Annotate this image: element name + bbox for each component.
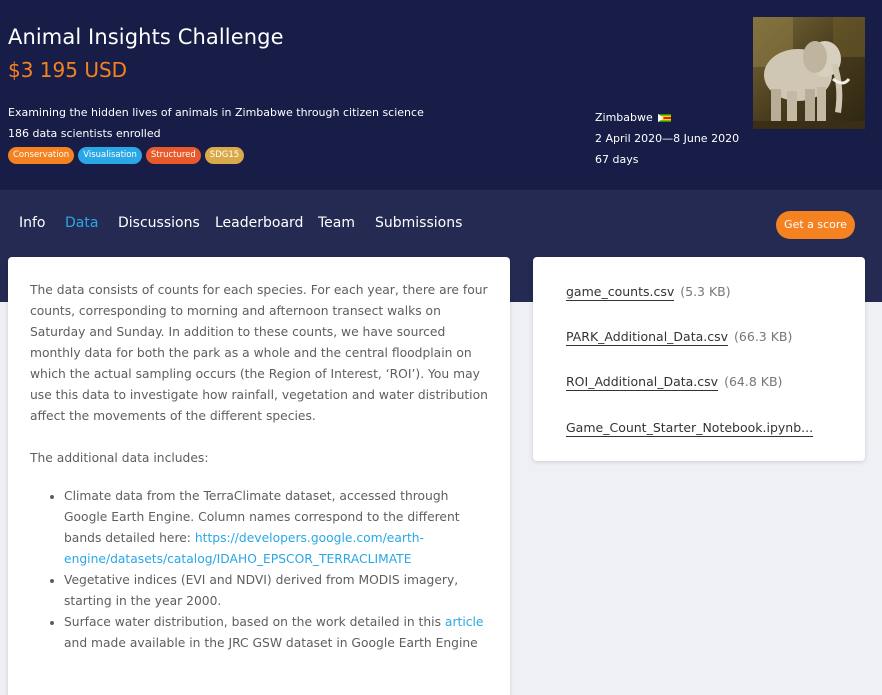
get-score-button[interactable]: Get a score — [776, 211, 855, 239]
file-row: PARK_Additional_Data.csv (66.3 KB) — [566, 329, 792, 346]
challenge-title: Animal Insights Challenge — [8, 25, 284, 49]
list-item: Vegetative indices (EVI and NDVI) derive… — [64, 570, 488, 612]
elephant-photo — [753, 17, 865, 129]
file-download-link[interactable]: Game_Count_Starter_Notebook.ipynb... — [566, 420, 814, 437]
tag-sdg15[interactable]: SDG15 — [204, 147, 245, 164]
article-link[interactable]: article — [445, 615, 484, 629]
additional-data-list: Climate data from the TerraClimate datas… — [30, 486, 488, 654]
file-size: (66.3 KB) — [734, 329, 793, 344]
tag-conservation[interactable]: Conservation — [8, 147, 75, 164]
challenge-header: Animal Insights Challenge $3 195 USD Exa… — [0, 0, 882, 190]
file-size: (64.8 KB) — [724, 374, 783, 389]
list-item: Surface water distribution, based on the… — [64, 612, 488, 654]
country-label: Zimbabwe — [595, 111, 653, 124]
bullet-text: and made available in the JRC GSW datase… — [64, 636, 478, 650]
zimbabwe-flag-icon — [657, 114, 671, 122]
prize-amount: $3 195 USD — [8, 58, 128, 82]
data-files-card: game_counts.csv (5.3 KB) PARK_Additional_… — [533, 257, 865, 461]
tag-list: Conservation Visualisation Structured SD… — [8, 147, 245, 164]
file-download-link[interactable]: game_counts.csv — [566, 284, 675, 301]
file-download-link[interactable]: PARK_Additional_Data.csv — [566, 329, 729, 346]
challenge-meta: Zimbabwe 2 April 2020—8 June 2020 67 day… — [595, 107, 739, 170]
tab-submissions[interactable]: Submissions — [375, 215, 462, 231]
tab-info[interactable]: Info — [19, 215, 46, 231]
tab-leaderboard[interactable]: Leaderboard — [215, 215, 303, 231]
file-download-link[interactable]: ROI_Additional_Data.csv — [566, 374, 719, 391]
data-description-paragraph: The data consists of counts for each spe… — [30, 283, 488, 423]
tab-data[interactable]: Data — [65, 215, 98, 231]
tag-structured[interactable]: Structured — [145, 147, 201, 164]
bullet-text: Surface water distribution, based on the… — [64, 615, 445, 629]
list-item: Climate data from the TerraClimate datas… — [64, 486, 488, 570]
enrolled-count: 186 data scientists enrolled — [8, 127, 161, 140]
tab-discussions[interactable]: Discussions — [118, 215, 200, 231]
file-size: (5.3 KB) — [680, 284, 731, 299]
duration: 67 days — [595, 153, 639, 166]
challenge-nav: Info Data Discussions Leaderboard Team S… — [0, 190, 882, 258]
data-description-card: The data consists of counts for each spe… — [8, 257, 510, 695]
file-row: ROI_Additional_Data.csv (64.8 KB) — [566, 374, 782, 391]
country-row: Zimbabwe — [595, 107, 739, 128]
file-row: game_counts.csv (5.3 KB) — [566, 284, 731, 301]
additional-data-intro: The additional data includes: — [30, 451, 209, 465]
challenge-subtitle: Examining the hidden lives of animals in… — [8, 106, 424, 119]
tab-team[interactable]: Team — [318, 215, 355, 231]
tag-visualisation[interactable]: Visualisation — [78, 147, 142, 164]
date-range: 2 April 2020—8 June 2020 — [595, 132, 740, 145]
file-row: Game_Count_Starter_Notebook.ipynb... — [566, 420, 814, 437]
